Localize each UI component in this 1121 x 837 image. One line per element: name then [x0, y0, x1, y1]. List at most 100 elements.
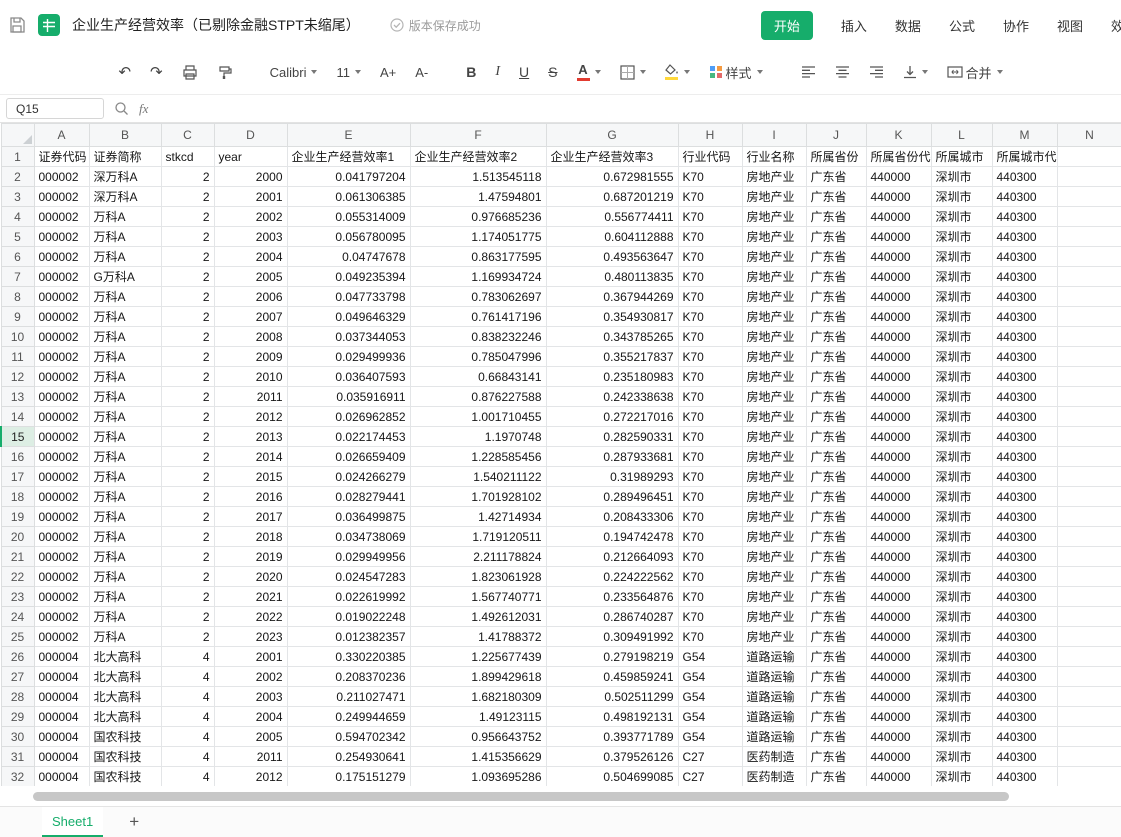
cell-E15[interactable]: 0.022174453 [287, 427, 410, 447]
cell-H16[interactable]: K70 [678, 447, 742, 467]
cell-N16[interactable] [1057, 447, 1121, 467]
cell-J19[interactable]: 广东省 [806, 507, 866, 527]
cell-I30[interactable]: 道路运输 [742, 727, 806, 747]
cell-F16[interactable]: 1.228585456 [410, 447, 546, 467]
cell-I26[interactable]: 道路运输 [742, 647, 806, 667]
cell-N5[interactable] [1057, 227, 1121, 247]
cell-F13[interactable]: 0.876227588 [410, 387, 546, 407]
horizontal-scrollbar[interactable] [0, 786, 1121, 806]
cell-N9[interactable] [1057, 307, 1121, 327]
cell-B6[interactable]: 万科A [89, 247, 161, 267]
cell-M18[interactable]: 440300 [992, 487, 1057, 507]
cell-H9[interactable]: K70 [678, 307, 742, 327]
cell-H32[interactable]: C27 [678, 767, 742, 787]
cell-L26[interactable]: 深圳市 [931, 647, 992, 667]
cell-J21[interactable]: 广东省 [806, 547, 866, 567]
cell-N20[interactable] [1057, 527, 1121, 547]
menu-efficiency[interactable]: 效率 [1111, 16, 1121, 35]
cell-D10[interactable]: 2008 [214, 327, 287, 347]
cell-I14[interactable]: 房地产业 [742, 407, 806, 427]
cell-F26[interactable]: 1.225677439 [410, 647, 546, 667]
cell-E10[interactable]: 0.037344053 [287, 327, 410, 347]
cell-K29[interactable]: 440000 [866, 707, 931, 727]
cell-C32[interactable]: 4 [161, 767, 214, 787]
cell-M5[interactable]: 440300 [992, 227, 1057, 247]
cell-D18[interactable]: 2016 [214, 487, 287, 507]
cell-B32[interactable]: 国农科技 [89, 767, 161, 787]
cell-D4[interactable]: 2002 [214, 207, 287, 227]
cell-A5[interactable]: 000002 [34, 227, 89, 247]
row-header-31[interactable]: 31 [1, 747, 34, 767]
cell-M16[interactable]: 440300 [992, 447, 1057, 467]
cell-K24[interactable]: 440000 [866, 607, 931, 627]
cell-A4[interactable]: 000002 [34, 207, 89, 227]
cell-C19[interactable]: 2 [161, 507, 214, 527]
cell-I20[interactable]: 房地产业 [742, 527, 806, 547]
cell-J25[interactable]: 广东省 [806, 627, 866, 647]
cell-A9[interactable]: 000002 [34, 307, 89, 327]
cell-E3[interactable]: 0.061306385 [287, 187, 410, 207]
cell-A1[interactable]: 证券代码 [34, 147, 89, 167]
undo-button[interactable]: ↶ [115, 61, 134, 83]
cell-M32[interactable]: 440300 [992, 767, 1057, 787]
cell-H22[interactable]: K70 [678, 567, 742, 587]
cell-E21[interactable]: 0.029949956 [287, 547, 410, 567]
cell-C13[interactable]: 2 [161, 387, 214, 407]
cell-H31[interactable]: C27 [678, 747, 742, 767]
cell-F5[interactable]: 1.174051775 [410, 227, 546, 247]
cell-D31[interactable]: 2011 [214, 747, 287, 767]
cell-E32[interactable]: 0.175151279 [287, 767, 410, 787]
name-box[interactable]: Q15 [6, 98, 104, 119]
cell-C26[interactable]: 4 [161, 647, 214, 667]
cell-H23[interactable]: K70 [678, 587, 742, 607]
cell-D1[interactable]: year [214, 147, 287, 167]
cell-C11[interactable]: 2 [161, 347, 214, 367]
cell-M25[interactable]: 440300 [992, 627, 1057, 647]
cell-N29[interactable] [1057, 707, 1121, 727]
menu-data[interactable]: 数据 [895, 16, 921, 35]
cell-B26[interactable]: 北大高科 [89, 647, 161, 667]
row-header-8[interactable]: 8 [1, 287, 34, 307]
row-header-2[interactable]: 2 [1, 167, 34, 187]
cell-M20[interactable]: 440300 [992, 527, 1057, 547]
cell-D28[interactable]: 2003 [214, 687, 287, 707]
cell-G8[interactable]: 0.367944269 [546, 287, 678, 307]
cell-style-button[interactable]: 样式 [706, 61, 766, 84]
cell-N4[interactable] [1057, 207, 1121, 227]
cell-E29[interactable]: 0.249944659 [287, 707, 410, 727]
cell-L15[interactable]: 深圳市 [931, 427, 992, 447]
cell-M24[interactable]: 440300 [992, 607, 1057, 627]
cell-L5[interactable]: 深圳市 [931, 227, 992, 247]
strikethrough-button[interactable]: S [545, 62, 560, 82]
cell-N30[interactable] [1057, 727, 1121, 747]
cell-L24[interactable]: 深圳市 [931, 607, 992, 627]
cell-K31[interactable]: 440000 [866, 747, 931, 767]
cell-C27[interactable]: 4 [161, 667, 214, 687]
cell-K3[interactable]: 440000 [866, 187, 931, 207]
cell-F29[interactable]: 1.49123115 [410, 707, 546, 727]
menu-start[interactable]: 开始 [761, 11, 813, 40]
cell-A6[interactable]: 000002 [34, 247, 89, 267]
cell-D19[interactable]: 2017 [214, 507, 287, 527]
cell-B11[interactable]: 万科A [89, 347, 161, 367]
cell-F23[interactable]: 1.567740771 [410, 587, 546, 607]
cell-I23[interactable]: 房地产业 [742, 587, 806, 607]
fx-icon[interactable]: fx [139, 101, 148, 117]
cell-N10[interactable] [1057, 327, 1121, 347]
cell-M19[interactable]: 440300 [992, 507, 1057, 527]
cell-N8[interactable] [1057, 287, 1121, 307]
cell-G10[interactable]: 0.343785265 [546, 327, 678, 347]
column-header-N[interactable]: N [1057, 124, 1121, 147]
cell-N12[interactable] [1057, 367, 1121, 387]
cell-A21[interactable]: 000002 [34, 547, 89, 567]
cell-L4[interactable]: 深圳市 [931, 207, 992, 227]
cell-L27[interactable]: 深圳市 [931, 667, 992, 687]
cell-F19[interactable]: 1.42714934 [410, 507, 546, 527]
cell-J30[interactable]: 广东省 [806, 727, 866, 747]
cell-A13[interactable]: 000002 [34, 387, 89, 407]
cell-G4[interactable]: 0.556774411 [546, 207, 678, 227]
cell-F12[interactable]: 0.66843141 [410, 367, 546, 387]
cell-H13[interactable]: K70 [678, 387, 742, 407]
cell-A31[interactable]: 000004 [34, 747, 89, 767]
cell-E26[interactable]: 0.330220385 [287, 647, 410, 667]
